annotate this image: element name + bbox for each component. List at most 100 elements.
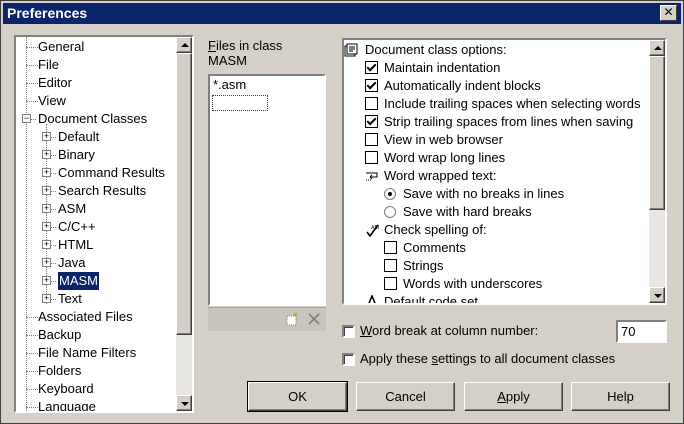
tree-item-language[interactable]: Language	[16, 398, 176, 411]
expand-icon[interactable]: +	[42, 222, 51, 231]
apply-button[interactable]: Apply	[464, 382, 563, 411]
scroll-down-button[interactable]	[176, 395, 192, 411]
tree-item-file-name-filters[interactable]: File Name Filters	[16, 344, 176, 362]
apply-all-checkbox[interactable]	[342, 353, 355, 366]
options-scroll-down-button[interactable]	[649, 287, 665, 303]
expand-icon[interactable]: +	[42, 168, 51, 177]
collapse-icon[interactable]: −	[22, 114, 31, 123]
tree-item-default[interactable]: + Default	[16, 128, 176, 146]
option-row[interactable]: Comments	[344, 239, 649, 257]
option-checkbox[interactable]	[365, 79, 378, 92]
files-list[interactable]: *.asm	[208, 74, 326, 306]
tree-scrollbar[interactable]	[176, 37, 192, 411]
tree-item-folders[interactable]: Folders	[16, 362, 176, 380]
option-checkbox[interactable]	[365, 115, 378, 128]
tree-item-general[interactable]: General	[16, 38, 176, 56]
option-checkbox[interactable]	[384, 241, 397, 254]
tree-connector	[26, 65, 38, 66]
word-break-checkbox[interactable]	[342, 325, 355, 338]
expand-icon[interactable]: +	[42, 150, 51, 159]
tree-item-text[interactable]: + Text	[16, 290, 176, 308]
tree-item-command-results[interactable]: + Command Results	[16, 164, 176, 182]
help-button[interactable]: Help	[571, 382, 670, 411]
tree-item-java[interactable]: + Java	[16, 254, 176, 272]
option-label: Words with underscores	[403, 276, 543, 291]
files-toolbar	[208, 307, 326, 331]
category-tree[interactable]: General File Editor View − Document Classes + D…	[14, 35, 194, 413]
option-row[interactable]: Save with no breaks in lines	[344, 185, 649, 203]
word-break-text: ord break at column number:	[372, 323, 539, 338]
expand-icon[interactable]: +	[42, 276, 51, 285]
scroll-down-icon	[181, 402, 189, 406]
options-scrollbar[interactable]	[649, 40, 665, 303]
option-checkbox[interactable]	[365, 61, 378, 74]
tree-item-associated-files[interactable]: Associated Files	[16, 308, 176, 326]
option-checkbox[interactable]	[384, 259, 397, 272]
tree-item-label: Backup	[38, 327, 82, 342]
close-button[interactable]: ✕	[660, 5, 677, 21]
tree-item-document-classes[interactable]: − Document Classes	[16, 110, 176, 128]
ok-button[interactable]: OK	[247, 381, 348, 412]
option-row[interactable]: Include trailing spaces when selecting w…	[344, 95, 649, 113]
expand-icon[interactable]: +	[42, 258, 51, 267]
expand-icon[interactable]: +	[42, 240, 51, 249]
tree-item-label: Associated Files	[38, 309, 133, 324]
scroll-up-button[interactable]	[176, 37, 192, 53]
option-row[interactable]: Word wrap long lines	[344, 149, 649, 167]
tree-connector	[51, 227, 56, 228]
option-checkbox[interactable]	[365, 133, 378, 146]
tree-item-label: Search Results	[58, 183, 147, 198]
title-bar[interactable]: Preferences ✕	[3, 3, 681, 24]
options-scroll-thumb[interactable]	[649, 56, 665, 210]
expand-icon[interactable]: +	[42, 132, 51, 141]
expand-icon[interactable]: +	[42, 294, 51, 303]
option-checkbox[interactable]	[365, 151, 378, 164]
tree-item-label: HTML	[58, 237, 94, 252]
option-radio[interactable]	[384, 206, 396, 218]
option-row[interactable]: Strip trailing spaces from lines when sa…	[344, 113, 649, 131]
tree-connector	[26, 101, 38, 102]
option-row[interactable]: Words with underscores	[344, 275, 649, 293]
delete-icon[interactable]	[306, 312, 322, 328]
option-row[interactable]: Maintain indentation	[344, 59, 649, 77]
tree-item-masm[interactable]: + MASM	[16, 271, 176, 291]
options-scroll-up-button[interactable]	[649, 40, 665, 56]
option-row: Word wrapped text:	[344, 167, 649, 185]
option-label: Word wrap long lines	[384, 150, 506, 165]
tree-item-c-c-[interactable]: + C/C++	[16, 218, 176, 236]
new-file-pattern-field[interactable]	[212, 95, 268, 111]
document-class-options[interactable]: Document class options: Maintain indenta…	[342, 38, 667, 305]
option-row[interactable]: Save with hard breaks	[344, 203, 649, 221]
tree-item-view[interactable]: View	[16, 92, 176, 110]
option-row[interactable]: View in web browser	[344, 131, 649, 149]
option-label: Save with hard breaks	[403, 204, 532, 219]
option-checkbox[interactable]	[384, 277, 397, 290]
scroll-thumb[interactable]	[176, 53, 192, 335]
tree-connector	[51, 263, 56, 264]
option-row[interactable]: Strings	[344, 257, 649, 275]
tree-item-editor[interactable]: Editor	[16, 74, 176, 92]
tree-item-backup[interactable]: Backup	[16, 326, 176, 344]
option-radio[interactable]	[384, 188, 396, 200]
tree-connector	[26, 317, 38, 318]
expand-icon[interactable]: +	[42, 204, 51, 213]
tree-item-keyboard[interactable]: Keyboard	[16, 380, 176, 398]
tree-connector	[51, 191, 56, 192]
tree-item-label: File Name Filters	[38, 345, 137, 360]
option-row: Default code set	[344, 293, 649, 303]
tree-item-binary[interactable]: + Binary	[16, 146, 176, 164]
tree-item-html[interactable]: + HTML	[16, 236, 176, 254]
cancel-button[interactable]: Cancel	[356, 382, 455, 411]
expand-icon[interactable]: +	[42, 186, 51, 195]
tree-item-label: Folders	[38, 363, 82, 378]
new-item-icon[interactable]	[284, 312, 300, 328]
list-item[interactable]: *.asm	[213, 77, 246, 93]
option-row[interactable]: Automatically indent blocks	[344, 77, 649, 95]
tree-item-asm[interactable]: + ASM	[16, 200, 176, 218]
apply-all-text-rest: ettings to all document classes	[438, 351, 616, 366]
tree-item-file[interactable]: File	[16, 56, 176, 74]
tree-connector	[26, 371, 38, 372]
word-break-column-input[interactable]: 70	[616, 320, 667, 343]
option-checkbox[interactable]	[365, 97, 378, 110]
tree-item-search-results[interactable]: + Search Results	[16, 182, 176, 200]
